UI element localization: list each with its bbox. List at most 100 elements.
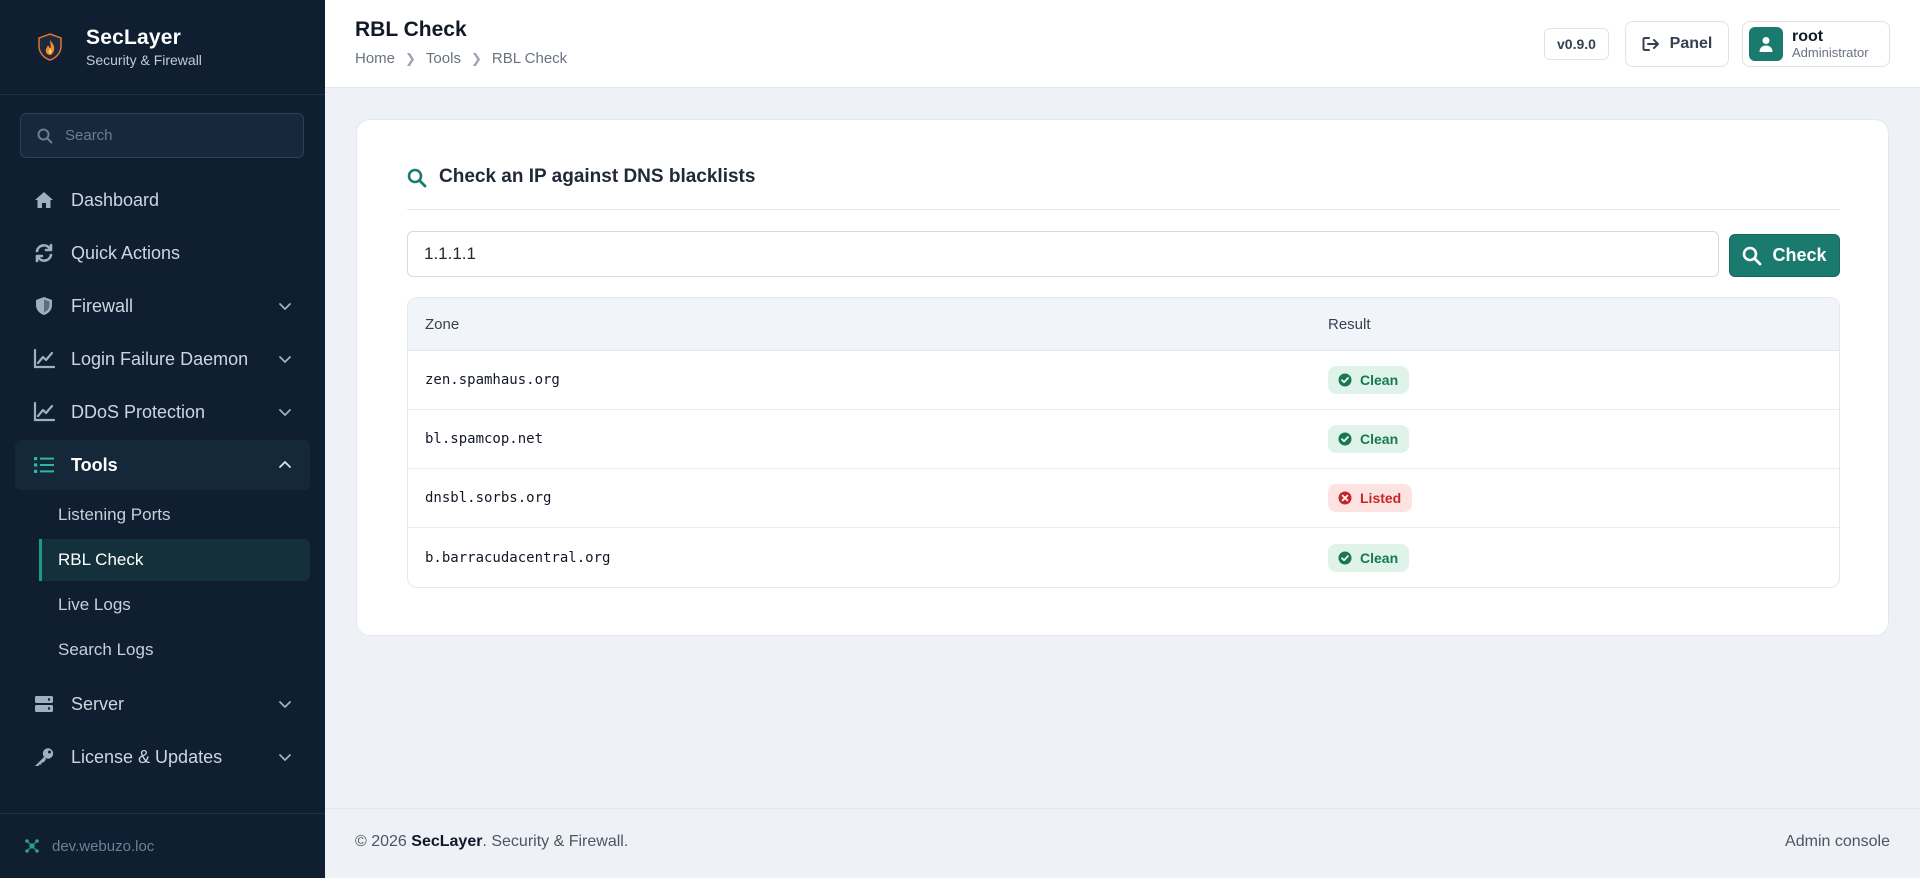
chevron-down-icon bbox=[279, 701, 291, 708]
breadcrumb-current: RBL Check bbox=[491, 50, 568, 67]
sidebar-item-dashboard[interactable]: Dashboard bbox=[15, 175, 310, 225]
app-tagline: Security & Firewall bbox=[86, 52, 202, 68]
check-button[interactable]: Check bbox=[1729, 234, 1840, 277]
status-badge: Listed bbox=[1328, 484, 1413, 512]
sidebar-footer: dev.webuzo.loc bbox=[0, 813, 325, 878]
shield-icon bbox=[33, 295, 55, 317]
footer-admin-console: Admin console bbox=[1785, 833, 1890, 850]
ip-address-input[interactable] bbox=[407, 231, 1719, 277]
sidebar-item-tools[interactable]: Tools bbox=[15, 440, 310, 490]
check-circle-icon bbox=[1338, 373, 1352, 387]
footer-suffix: . Security & Firewall. bbox=[482, 833, 629, 850]
refresh-icon bbox=[33, 242, 55, 264]
chevron-down-icon bbox=[279, 409, 291, 416]
check-button-label: Check bbox=[1772, 245, 1827, 265]
hostname: dev.webuzo.loc bbox=[52, 837, 155, 855]
zone-cell: zen.spamhaus.org bbox=[425, 372, 560, 388]
server-icon bbox=[33, 693, 55, 715]
sidebar-nav: Dashboard Quick Actions Firewall Login F… bbox=[15, 175, 310, 785]
flame-shield-logo-icon bbox=[38, 33, 62, 61]
tools-submenu: Listening Ports RBL Check Live Logs Sear… bbox=[15, 494, 310, 671]
sidebar-item-label: Quick Actions bbox=[71, 242, 181, 263]
x-circle-icon bbox=[1338, 491, 1352, 505]
avatar bbox=[1749, 27, 1783, 61]
search-icon bbox=[37, 128, 53, 143]
sidebar-item-label: Login Failure Daemon bbox=[71, 348, 249, 369]
sidebar-item-label: License & Updates bbox=[71, 746, 223, 767]
check-circle-icon bbox=[1338, 432, 1352, 446]
breadcrumb-home[interactable]: Home bbox=[355, 50, 395, 67]
zone-cell: bl.spamcop.net bbox=[425, 431, 544, 447]
table-row: bl.spamcop.net Clean bbox=[408, 410, 1839, 469]
zone-cell: dnsbl.sorbs.org bbox=[425, 490, 552, 506]
home-icon bbox=[33, 189, 55, 211]
sidebar-item-label: Firewall bbox=[71, 295, 134, 316]
list-icon bbox=[33, 454, 55, 476]
sidebar-item-login-failure-daemon[interactable]: Login Failure Daemon bbox=[15, 334, 310, 384]
panel-button-label: Panel bbox=[1669, 35, 1713, 52]
sidebar: SecLayer Security & Firewall Dashboard Q… bbox=[0, 0, 325, 878]
search-icon bbox=[1743, 246, 1762, 265]
user-icon bbox=[1759, 37, 1773, 52]
chart-line-icon bbox=[33, 401, 55, 423]
page-footer: © 2026 SecLayer. Security & Firewall. Ad… bbox=[325, 808, 1920, 878]
breadcrumb: Home ❯ Tools ❯ RBL Check bbox=[355, 50, 567, 67]
sidebar-item-live-logs[interactable]: Live Logs bbox=[39, 584, 310, 626]
copyright-prefix: © 2026 bbox=[355, 833, 412, 850]
status-badge: Clean bbox=[1328, 366, 1410, 394]
sidebar-search bbox=[20, 113, 304, 158]
sidebar-item-quick-actions[interactable]: Quick Actions bbox=[15, 228, 310, 278]
sidebar-item-search-logs[interactable]: Search Logs bbox=[39, 629, 310, 671]
chevron-right-icon: ❯ bbox=[405, 50, 416, 66]
rbl-check-card: Check an IP against DNS blacklists Check… bbox=[356, 119, 1889, 636]
footer-brand: SecLayer bbox=[411, 833, 483, 850]
chart-line-icon bbox=[33, 348, 55, 370]
version-badge: v0.9.0 bbox=[1544, 28, 1609, 60]
panel-button[interactable]: Panel bbox=[1625, 21, 1729, 67]
rbl-results-table: Zone Result zen.spamhaus.org Clean bl.sp… bbox=[407, 297, 1840, 588]
column-header-result: Result bbox=[1328, 315, 1371, 333]
card-header: Check an IP against DNS blacklists bbox=[407, 166, 1840, 210]
zone-cell: b.barracudacentral.org bbox=[425, 549, 611, 566]
status-label: Clean bbox=[1360, 549, 1399, 566]
key-icon bbox=[33, 746, 55, 768]
network-icon bbox=[25, 839, 39, 853]
search-icon bbox=[407, 168, 427, 188]
app-name: SecLayer bbox=[86, 26, 182, 49]
table-row: b.barracudacentral.org Clean bbox=[408, 528, 1839, 587]
chevron-up-icon bbox=[279, 461, 291, 468]
status-label: Clean bbox=[1360, 431, 1399, 447]
chevron-down-icon bbox=[279, 356, 291, 363]
table-row: dnsbl.sorbs.org Listed bbox=[408, 469, 1839, 528]
top-header: RBL Check Home ❯ Tools ❯ RBL Check v0.9.… bbox=[325, 0, 1920, 88]
breadcrumb-tools[interactable]: Tools bbox=[426, 50, 461, 67]
user-role: Administrator bbox=[1792, 44, 1869, 60]
status-label: Clean bbox=[1360, 372, 1399, 388]
column-header-zone: Zone bbox=[425, 315, 460, 333]
search-input[interactable] bbox=[65, 127, 285, 144]
sidebar-item-label: DDoS Protection bbox=[71, 401, 206, 422]
chevron-down-icon bbox=[279, 303, 291, 310]
sidebar-item-label: Tools bbox=[71, 454, 118, 475]
sidebar-item-listening-ports[interactable]: Listening Ports bbox=[39, 494, 310, 536]
table-row: zen.spamhaus.org Clean bbox=[408, 351, 1839, 410]
sign-out-icon bbox=[1642, 37, 1659, 51]
status-badge: Clean bbox=[1328, 425, 1410, 453]
status-badge: Clean bbox=[1328, 543, 1410, 572]
sidebar-item-firewall[interactable]: Firewall bbox=[15, 281, 310, 331]
user-menu[interactable]: root Administrator bbox=[1742, 21, 1890, 67]
page-title: RBL Check bbox=[355, 18, 467, 41]
user-name: root bbox=[1792, 27, 1824, 45]
chevron-right-icon: ❯ bbox=[470, 50, 482, 66]
sidebar-item-server[interactable]: Server bbox=[15, 679, 310, 729]
sidebar-item-label: Server bbox=[71, 693, 125, 714]
sidebar-item-label: Dashboard bbox=[71, 189, 160, 210]
sidebar-item-ddos-protection[interactable]: DDoS Protection bbox=[15, 387, 310, 437]
chevron-down-icon bbox=[279, 754, 291, 761]
sidebar-item-rbl-check[interactable]: RBL Check bbox=[39, 539, 310, 581]
table-header: Zone Result bbox=[408, 298, 1839, 351]
footer-copyright: © 2026 SecLayer. Security & Firewall. bbox=[355, 833, 628, 851]
brand[interactable]: SecLayer Security & Firewall bbox=[0, 0, 325, 95]
sidebar-item-license-updates[interactable]: License & Updates bbox=[15, 732, 310, 782]
check-circle-icon bbox=[1338, 551, 1352, 564]
